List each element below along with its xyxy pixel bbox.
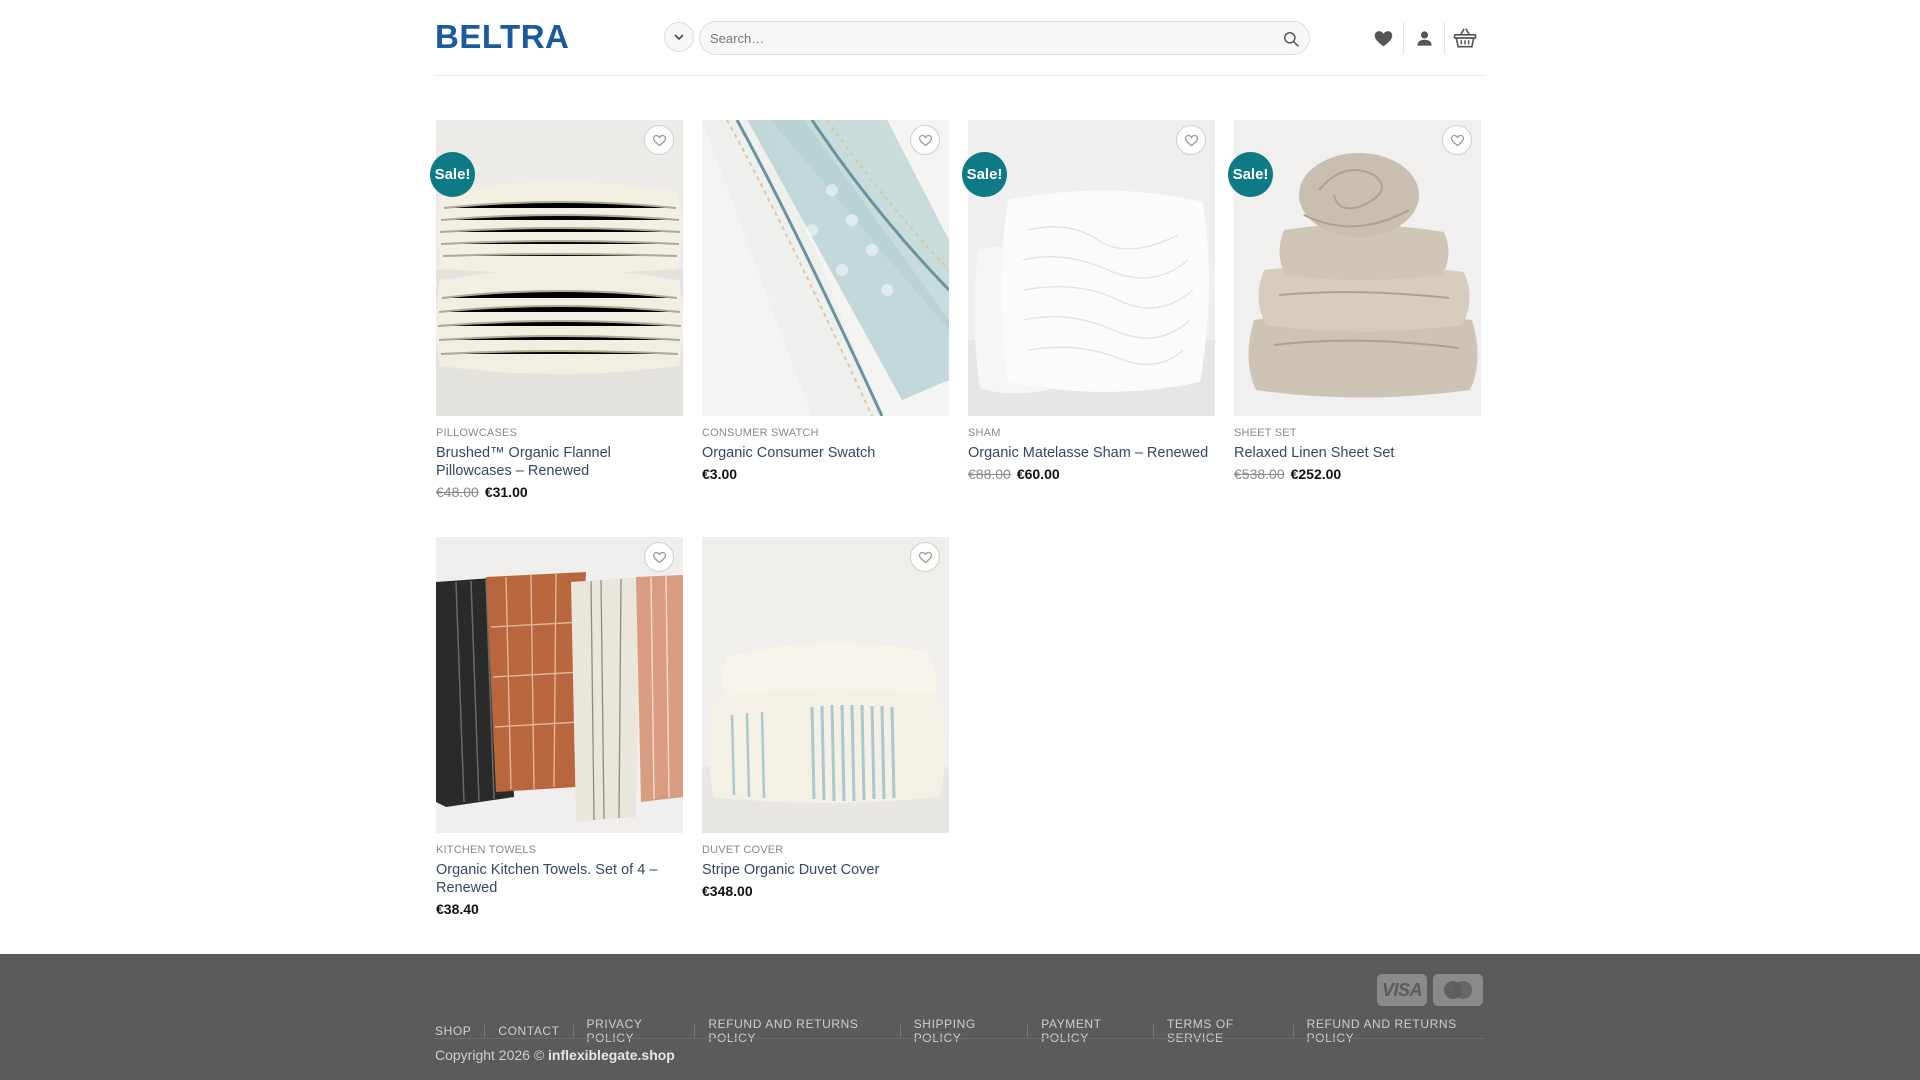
footer-separator	[694, 1025, 696, 1037]
add-to-wishlist-button[interactable]	[910, 125, 940, 155]
product-price: €88.00 €60.00	[968, 464, 1215, 484]
footer-separator	[1292, 1025, 1294, 1037]
footer-link-refund-policy-2[interactable]: REFUND AND RETURNS POLICY	[1307, 1017, 1485, 1045]
duvet-cover-image	[702, 537, 949, 833]
copyright-text: Copyright 2026 © inflexiblegate.shop	[435, 1047, 675, 1063]
product-price: €348.00	[702, 881, 949, 901]
footer-link-privacy-policy[interactable]: PRIVACY POLICY	[587, 1017, 682, 1045]
product-category[interactable]: DUVET COVER	[702, 844, 949, 856]
current-price: €252.00	[1290, 466, 1342, 482]
product-card[interactable]: Sale! SHEET SET Relaxed Linen Sheet Set …	[1228, 120, 1481, 484]
old-price: €88.00	[968, 466, 1011, 482]
current-price: €3.00	[702, 466, 738, 482]
footer-link-shop[interactable]: SHOP	[435, 1024, 471, 1038]
copyright-prefix: Copyright 2026 ©	[435, 1047, 545, 1063]
product-category[interactable]: SHAM	[968, 427, 1215, 439]
add-to-wishlist-button[interactable]	[644, 542, 674, 572]
product-price: €38.40	[436, 899, 683, 919]
product-price: €538.00 €252.00	[1234, 464, 1481, 484]
search-icon	[1283, 31, 1299, 47]
product-title[interactable]: Relaxed Linen Sheet Set	[1234, 444, 1481, 462]
footer-separator	[1027, 1025, 1029, 1037]
product-price: €3.00	[702, 464, 949, 484]
current-price: €348.00	[702, 883, 753, 899]
product-card[interactable]: Sale! SHAM Organic Matelasse Sham – Rene…	[962, 120, 1215, 484]
cart-button[interactable]	[1445, 22, 1485, 54]
product-image[interactable]	[436, 537, 683, 833]
mastercard-icon	[1433, 974, 1483, 1006]
chevron-down-icon	[674, 34, 684, 41]
footer-link-payment-policy[interactable]: PAYMENT POLICY	[1041, 1017, 1140, 1045]
footer-link-shipping-policy[interactable]: SHIPPING POLICY	[914, 1017, 1015, 1045]
old-price: €48.00	[436, 484, 479, 500]
product-title[interactable]: Organic Kitchen Towels. Set of 4 – Renew…	[436, 861, 683, 897]
site-header: BELTRA	[435, 0, 1485, 76]
header-bar: BELTRA	[435, 0, 1485, 76]
account-button[interactable]	[1404, 22, 1444, 54]
visa-label: VISA	[1381, 979, 1423, 1000]
add-to-wishlist-button[interactable]	[910, 542, 940, 572]
old-price: €538.00	[1234, 466, 1285, 482]
product-price: €48.00 €31.00	[436, 482, 683, 502]
swatch-image	[702, 120, 949, 416]
wishlist-button[interactable]	[1363, 22, 1403, 54]
footer-link-refund-policy[interactable]: REFUND AND RETURNS POLICY	[708, 1017, 886, 1045]
product-image[interactable]	[702, 537, 949, 833]
heart-icon	[1374, 30, 1392, 46]
heart-icon	[918, 134, 932, 146]
kitchen-towels-image	[436, 537, 683, 833]
product-title[interactable]: Organic Consumer Swatch	[702, 444, 949, 462]
header-actions	[1363, 22, 1485, 54]
current-price: €60.00	[1016, 466, 1060, 482]
basket-icon	[1453, 28, 1477, 48]
heart-icon	[652, 134, 666, 146]
category-dropdown-button[interactable]	[664, 22, 694, 52]
footer-divider	[435, 1038, 1485, 1039]
product-title[interactable]: Organic Matelasse Sham – Renewed	[968, 444, 1215, 462]
footer-separator	[572, 1025, 574, 1037]
product-card[interactable]: KITCHEN TOWELS Organic Kitchen Towels. S…	[436, 537, 683, 919]
search-button[interactable]	[1281, 29, 1301, 49]
add-to-wishlist-button[interactable]	[1176, 125, 1206, 155]
visa-icon: VISA	[1377, 974, 1427, 1006]
payment-icons: VISA	[1377, 974, 1483, 1006]
product-image[interactable]	[702, 120, 949, 416]
footer-link-contact[interactable]: CONTACT	[498, 1024, 559, 1038]
product-title[interactable]: Brushed™ Organic Flannel Pillowcases – R…	[436, 444, 683, 480]
footer-container: VISA SHOP CONTACT PRIVACY POLICY REFUND …	[435, 954, 1485, 1080]
current-price: €31.00	[484, 484, 528, 500]
product-title[interactable]: Stripe Organic Duvet Cover	[702, 861, 949, 879]
sale-badge: Sale!	[1228, 152, 1273, 197]
footer-separator	[899, 1025, 901, 1037]
add-to-wishlist-button[interactable]	[1442, 125, 1472, 155]
footer-separator	[484, 1025, 486, 1037]
product-category[interactable]: SHEET SET	[1234, 427, 1481, 439]
site-footer: VISA SHOP CONTACT PRIVACY POLICY REFUND …	[0, 954, 1920, 1080]
footer-separator	[1153, 1025, 1154, 1037]
product-card[interactable]: DUVET COVER Stripe Organic Duvet Cover €…	[702, 537, 949, 901]
product-category[interactable]: CONSUMER SWATCH	[702, 427, 949, 439]
product-card[interactable]: CONSUMER SWATCH Organic Consumer Swatch …	[702, 120, 949, 484]
heart-icon	[918, 551, 932, 563]
search-input[interactable]	[710, 22, 1250, 54]
heart-icon	[1450, 134, 1464, 146]
footer-nav: SHOP CONTACT PRIVACY POLICY REFUND AND R…	[435, 1017, 1485, 1045]
sale-badge: Sale!	[430, 152, 475, 197]
add-to-wishlist-button[interactable]	[644, 125, 674, 155]
site-logo[interactable]: BELTRA	[435, 18, 569, 56]
product-category[interactable]: PILLOWCASES	[436, 427, 683, 439]
footer-link-terms-of-service[interactable]: TERMS OF SERVICE	[1167, 1017, 1280, 1045]
sale-badge: Sale!	[962, 152, 1007, 197]
search-box	[699, 21, 1310, 55]
page-container: BELTRA Search… Sale! PILLOWCASES Brushed…	[430, 0, 1485, 917]
user-icon	[1416, 30, 1432, 46]
current-price: €38.40	[436, 901, 479, 917]
product-category[interactable]: KITCHEN TOWELS	[436, 844, 683, 856]
copyright-site-link[interactable]: inflexiblegate.shop	[548, 1047, 675, 1063]
heart-icon	[1184, 134, 1198, 146]
product-card[interactable]: Sale! PILLOWCASES Brushed™ Organic Flann…	[430, 120, 683, 502]
heart-icon	[652, 551, 666, 563]
